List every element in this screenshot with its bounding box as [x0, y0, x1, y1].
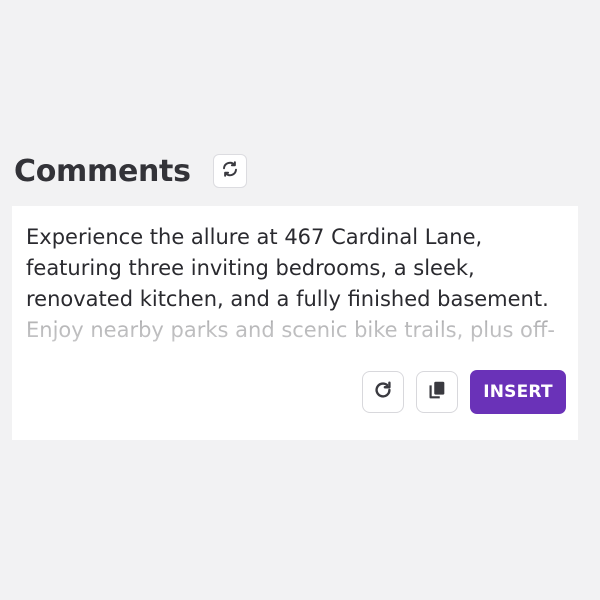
refresh-button[interactable]	[212, 154, 247, 188]
comments-header: Comments	[14, 148, 247, 194]
regenerate-button[interactable]	[362, 371, 404, 413]
comment-card: Experience the allure at 467 Cardinal La…	[12, 206, 578, 440]
card-actions: INSERT	[362, 370, 566, 414]
insert-button[interactable]: INSERT	[470, 370, 566, 414]
copy-icon	[426, 379, 448, 406]
redo-icon	[372, 379, 394, 406]
copy-button[interactable]	[416, 371, 458, 413]
page-title: Comments	[14, 153, 191, 189]
refresh-arrows-icon	[221, 160, 239, 183]
